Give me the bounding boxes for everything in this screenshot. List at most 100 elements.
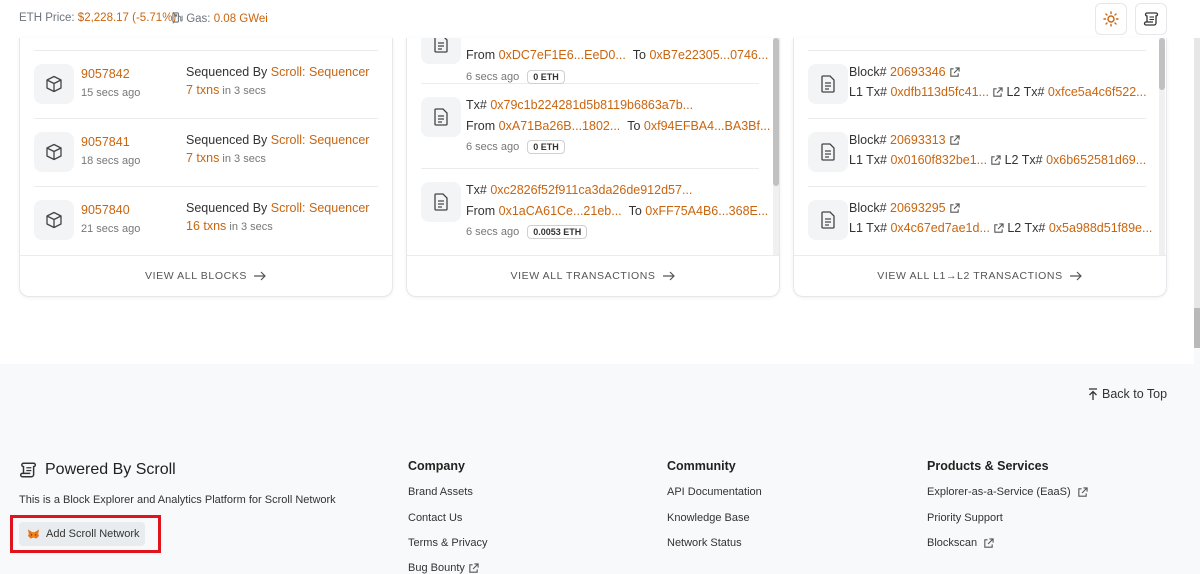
sequenced-by-label: Sequenced By <box>186 133 268 147</box>
l1-tx-label: L1 Tx# <box>849 85 887 99</box>
l2-tx-label: L2 Tx# <box>1007 221 1046 235</box>
l1-block-link[interactable]: 20693313 <box>890 133 946 147</box>
l1-l2-scrollbar[interactable] <box>1159 38 1165 256</box>
block-number-link[interactable]: 9057840 <box>81 203 130 217</box>
external-link-icon[interactable] <box>949 135 960 146</box>
gas-price: Gas: 0.08 GWei <box>172 12 268 25</box>
tx-label: Tx# <box>466 183 487 197</box>
back-to-top-label: Back to Top <box>1102 387 1168 401</box>
l1-tx-link[interactable]: 0xdfb113d5fc41... <box>890 85 988 99</box>
bug-bounty-label: Bug Bounty <box>408 562 465 574</box>
gas-value[interactable]: 0.08 GWei <box>214 13 268 25</box>
page-scrollbar[interactable] <box>1194 38 1200 348</box>
eaas-label: Explorer-as-a-Service (EaaS) <box>927 486 1071 498</box>
tx-age-value: 6 secs ago 0 ETH <box>466 140 565 154</box>
block-number-link[interactable]: 9057842 <box>81 67 130 81</box>
from-address-link[interactable]: 0xDC7eF1E6...EeD0... <box>499 48 626 62</box>
l1-l2-scrollbar-thumb[interactable] <box>1159 38 1165 90</box>
external-link-icon[interactable] <box>990 155 1001 166</box>
to-label: To <box>632 48 646 62</box>
to-address-link[interactable]: 0xFF75A4B6...368E... <box>645 204 768 218</box>
tx-label: Tx# <box>466 98 487 112</box>
theme-toggle-button[interactable] <box>1095 3 1127 35</box>
external-link-icon[interactable] <box>949 203 960 214</box>
block-number-link[interactable]: 9057841 <box>81 135 130 149</box>
api-documentation-link[interactable]: API Documentation <box>667 486 762 498</box>
txns-link[interactable]: 7 txns <box>186 83 219 97</box>
l1-block-link[interactable]: 20693295 <box>890 201 946 215</box>
l1-l2-transactions-card: Block# 20693346 L1 Tx# 0xdfb113d5fc41...… <box>793 38 1167 297</box>
to-address-link[interactable]: 0xf94EFBA4...BA3Bf... <box>644 119 770 133</box>
from-address-link[interactable]: 0x1aCA61Ce...21eb... <box>499 204 622 218</box>
blockscan-link[interactable]: Blockscan <box>927 537 994 549</box>
sequenced-by: Sequenced By Scroll: Sequencer <box>186 201 369 215</box>
l2-tx-link[interactable]: 0xfce5a4c6f522... <box>1048 85 1147 99</box>
brand-assets-link[interactable]: Brand Assets <box>408 486 473 498</box>
bug-bounty-link[interactable]: Bug Bounty <box>408 562 479 574</box>
tx-age-value: 6 secs ago 0 ETH <box>466 70 565 84</box>
tx-hash-link[interactable]: 0x79c1b224281d5b8119b6863a7b... <box>490 98 693 112</box>
page-scrollbar-thumb[interactable] <box>1194 308 1200 348</box>
from-label: From <box>466 204 496 218</box>
network-status-link[interactable]: Network Status <box>667 537 742 549</box>
document-icon <box>421 182 461 222</box>
external-link-icon[interactable] <box>949 67 960 78</box>
block-age: 15 secs ago <box>81 87 141 99</box>
tx-hash: Tx# 0xc2826f52f911ca3da26de912d57... <box>466 183 692 197</box>
block-label: Block# <box>849 65 887 79</box>
l2-tx-link[interactable]: 0x6b652581d69... <box>1046 153 1146 167</box>
sequenced-by: Sequenced By Scroll: Sequencer <box>186 65 369 79</box>
block-time: in 3 secs <box>229 221 273 233</box>
sequencer-link[interactable]: Scroll: Sequencer <box>271 133 370 147</box>
tx-value-badge: 0.0053 ETH <box>527 225 588 239</box>
l1-tx-label: L1 Tx# <box>849 221 887 235</box>
eth-price-value[interactable]: $2,228.17 (-5.71%) <box>78 12 176 24</box>
external-link-icon[interactable] <box>992 87 1003 98</box>
view-all-transactions-label: VIEW ALL TRANSACTIONS <box>510 270 656 282</box>
sequencer-link[interactable]: Scroll: Sequencer <box>271 65 370 79</box>
knowledge-base-link[interactable]: Knowledge Base <box>667 512 750 524</box>
back-to-top-link[interactable]: Back to Top <box>1088 387 1167 401</box>
tx-value-badge: 0 ETH <box>527 140 565 154</box>
contact-us-link[interactable]: Contact Us <box>408 512 462 524</box>
tx-hash-link[interactable]: 0xc2826f52f911ca3da26de912d57... <box>490 183 692 197</box>
tx-age: 6 secs ago <box>466 226 520 238</box>
l1-tx-link[interactable]: 0x0160f832be1... <box>890 153 987 167</box>
l1-block: Block# 20693313 <box>849 133 960 147</box>
external-link-icon <box>1078 486 1088 497</box>
transactions-scrollbar[interactable] <box>773 38 779 256</box>
eth-price-label: ETH Price: <box>19 12 75 24</box>
txns-link[interactable]: 7 txns <box>186 151 219 165</box>
sequenced-by-label: Sequenced By <box>186 65 268 79</box>
from-address-link[interactable]: 0xA71Ba26B...1802... <box>499 119 621 133</box>
view-all-l1-l2-button[interactable]: VIEW ALL L1→L2 TRANSACTIONS <box>794 255 1166 296</box>
powered-by: Powered By Scroll <box>19 461 176 479</box>
l2-tx-link[interactable]: 0x5a988d51f89e... <box>1049 221 1153 235</box>
tx-age: 6 secs ago <box>466 71 520 83</box>
l1-block-link[interactable]: 20693346 <box>890 65 946 79</box>
document-icon <box>808 64 848 104</box>
view-all-transactions-button[interactable]: VIEW ALL TRANSACTIONS <box>407 255 779 296</box>
block-cube-icon <box>34 132 74 172</box>
arrow-up-icon <box>1089 387 1097 400</box>
blockscan-label: Blockscan <box>927 537 978 549</box>
to-address-link[interactable]: 0xB7e22305...0746... <box>649 48 768 62</box>
txns-link[interactable]: 16 txns <box>186 219 226 233</box>
network-menu-button[interactable] <box>1135 3 1167 35</box>
transaction-row: Tx# 0x79c1b224281d5b8119b6863a7b... From… <box>421 84 770 169</box>
tx-from-to: From 0x1aCA61Ce...21eb... To 0xFF75A4B6.… <box>466 204 768 218</box>
sequencer-link[interactable]: Scroll: Sequencer <box>271 201 370 215</box>
eaas-link[interactable]: Explorer-as-a-Service (EaaS) <box>927 486 1088 498</box>
view-all-blocks-button[interactable]: VIEW ALL BLOCKS <box>20 255 392 296</box>
add-scroll-network-button[interactable]: Add Scroll Network <box>19 522 145 546</box>
block-txns: 16 txns in 3 secs <box>186 219 273 233</box>
external-link-icon[interactable] <box>993 223 1004 234</box>
from-label: From <box>466 48 496 62</box>
company-heading: Company <box>408 459 465 473</box>
tx-age-value: 6 secs ago 0.0053 ETH <box>466 225 588 239</box>
terms-privacy-link[interactable]: Terms & Privacy <box>408 537 487 549</box>
transactions-scrollbar-thumb[interactable] <box>773 38 779 186</box>
document-icon <box>421 38 461 64</box>
l1-tx-link[interactable]: 0x4c67ed7ae1d... <box>890 221 989 235</box>
priority-support-link[interactable]: Priority Support <box>927 512 1003 524</box>
